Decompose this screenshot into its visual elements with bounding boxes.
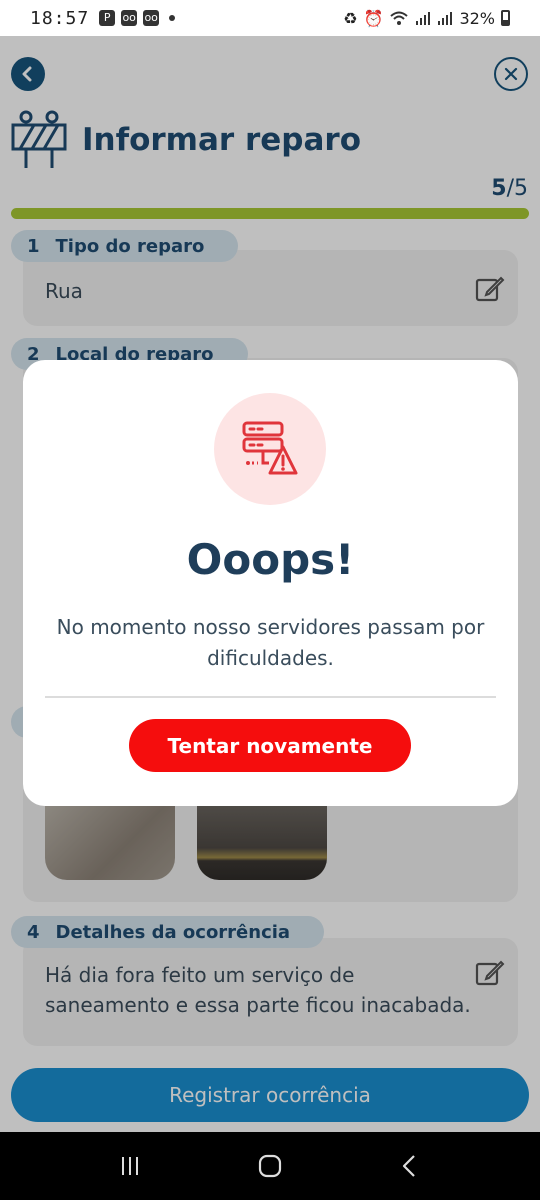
wifi-icon [390,11,409,25]
error-modal: Ooops! No momento nosso servidores passa… [23,360,518,806]
system-tray: ♻ ⏰ 32% [343,9,510,28]
back-nav-icon[interactable] [398,1154,422,1178]
recycle-icon: ♻ [343,8,358,28]
battery-icon [501,10,510,26]
signal-icon [438,12,453,25]
alarm-icon: ⏰ [363,8,384,28]
error-icon-container [214,393,326,505]
battery-percentage: 32% [459,8,495,28]
signal-icon [416,12,431,25]
modal-divider [45,696,496,698]
modal-title: Ooops! [186,535,355,584]
modal-message: No momento nosso servidores passam por d… [56,615,485,670]
voicemail-icon: oo [121,10,138,26]
voicemail-icon: oo [143,10,160,26]
home-icon[interactable] [257,1153,283,1179]
retry-button[interactable]: Tentar novamente [129,719,411,772]
system-navigation-bar [0,1132,540,1200]
server-warning-icon [242,421,298,475]
recent-apps-icon[interactable] [118,1154,142,1178]
parking-icon: P [99,10,116,26]
status-time: 18:57 [30,7,90,29]
status-bar: 18:57 P oo oo ♻ ⏰ 32% [0,0,540,36]
more-notifications-icon [169,15,176,21]
